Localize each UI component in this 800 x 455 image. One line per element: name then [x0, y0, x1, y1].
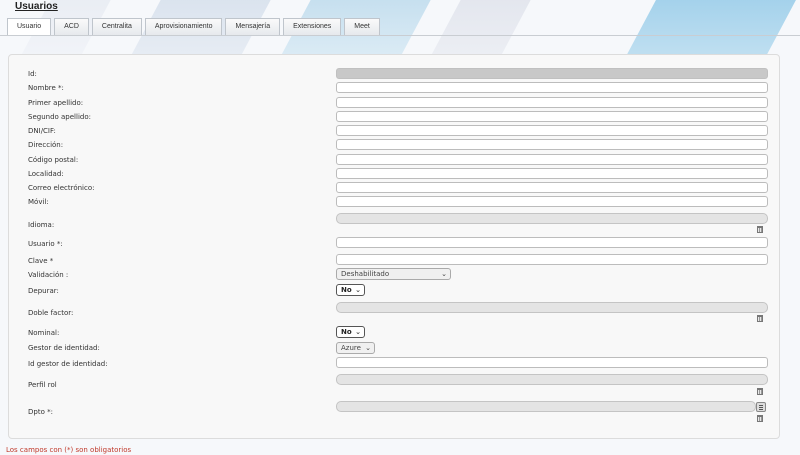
validacion-label: Validación :	[28, 271, 69, 279]
validacion-select[interactable]: Deshabilitado ⌄	[336, 268, 451, 280]
tab-acd[interactable]: ACD	[54, 18, 89, 35]
tab-bar: Usuario ACD Centralita Aprovisionamiento…	[7, 18, 383, 36]
correo-field[interactable]	[336, 182, 768, 193]
direccion-label: Dirección:	[28, 141, 64, 149]
localidad-label: Localidad:	[28, 170, 64, 178]
id-gestor-identidad-field[interactable]	[336, 357, 768, 368]
nominal-select[interactable]: No ⌄	[336, 326, 365, 338]
required-fields-note: Los campos con (*) son obligatorios	[6, 446, 132, 454]
movil-label: Móvil:	[28, 198, 49, 206]
id-gestor-identidad-label: Id gestor de identidad:	[28, 360, 108, 368]
chevron-down-icon: ⌄	[365, 344, 371, 352]
direccion-field[interactable]	[336, 139, 768, 150]
dpto-field[interactable]	[336, 401, 756, 412]
doble-factor-label: Doble factor:	[28, 309, 74, 317]
dni-label: DNI/CIF:	[28, 127, 56, 135]
idioma-label: Idioma:	[28, 221, 55, 229]
idioma-clear-icon[interactable]	[757, 226, 763, 233]
depurar-label: Depurar:	[28, 287, 59, 295]
user-form-panel: Id: Nombre *: Primer apellido: Segundo a…	[8, 54, 780, 439]
tab-usuario[interactable]: Usuario	[7, 18, 52, 36]
nombre-field[interactable]	[336, 82, 768, 93]
id-field	[336, 68, 768, 79]
movil-field[interactable]	[336, 196, 768, 207]
perfil-rol-field[interactable]	[336, 374, 768, 385]
primer-apellido-label: Primer apellido:	[28, 99, 84, 107]
gestor-identidad-label: Gestor de identidad:	[28, 344, 100, 352]
doble-factor-field[interactable]	[336, 302, 768, 313]
doble-factor-clear-icon[interactable]	[757, 315, 763, 322]
usuario-field[interactable]	[336, 237, 768, 248]
validacion-value: Deshabilitado	[341, 270, 390, 278]
dpto-label: Dpto *:	[28, 408, 53, 416]
usuario-label: Usuario *:	[28, 240, 63, 248]
tab-centralita[interactable]: Centralita	[91, 18, 142, 35]
depurar-value: No	[341, 286, 352, 294]
codigo-postal-label: Código postal:	[28, 156, 79, 164]
segundo-apellido-label: Segundo apellido:	[28, 113, 91, 121]
tab-mensajeria[interactable]: Mensajería	[225, 18, 281, 35]
codigo-postal-field[interactable]	[336, 154, 768, 165]
correo-label: Correo electrónico:	[28, 184, 95, 192]
dni-field[interactable]	[336, 125, 768, 136]
chevron-down-icon: ⌄	[355, 286, 361, 294]
clave-label: Clave *	[28, 257, 54, 265]
idioma-field[interactable]	[336, 213, 768, 224]
localidad-field[interactable]	[336, 168, 768, 179]
depurar-select[interactable]: No ⌄	[336, 284, 365, 296]
tab-aprovisionamiento[interactable]: Aprovisionamiento	[144, 18, 223, 35]
clave-field[interactable]	[336, 254, 768, 265]
dpto-list-icon[interactable]	[756, 402, 766, 412]
tab-divider	[0, 35, 800, 36]
nominal-value: No	[341, 328, 352, 336]
dpto-clear-icon[interactable]	[757, 415, 763, 422]
segundo-apellido-field[interactable]	[336, 111, 768, 122]
nominal-label: Nominal:	[28, 329, 60, 337]
perfil-rol-label: Perfil rol	[28, 381, 57, 389]
tab-meet[interactable]: Meet	[344, 18, 380, 35]
perfil-rol-clear-icon[interactable]	[757, 388, 763, 395]
page-title: Usuarios	[15, 1, 58, 12]
id-label: Id:	[28, 70, 37, 78]
chevron-down-icon: ⌄	[441, 270, 447, 278]
chevron-down-icon: ⌄	[355, 328, 361, 336]
primer-apellido-field[interactable]	[336, 97, 768, 108]
gestor-identidad-value: Azure	[341, 344, 361, 352]
nombre-label: Nombre *:	[28, 84, 64, 92]
tab-extensiones[interactable]: Extensiones	[283, 18, 342, 35]
gestor-identidad-select[interactable]: Azure ⌄	[336, 342, 375, 354]
